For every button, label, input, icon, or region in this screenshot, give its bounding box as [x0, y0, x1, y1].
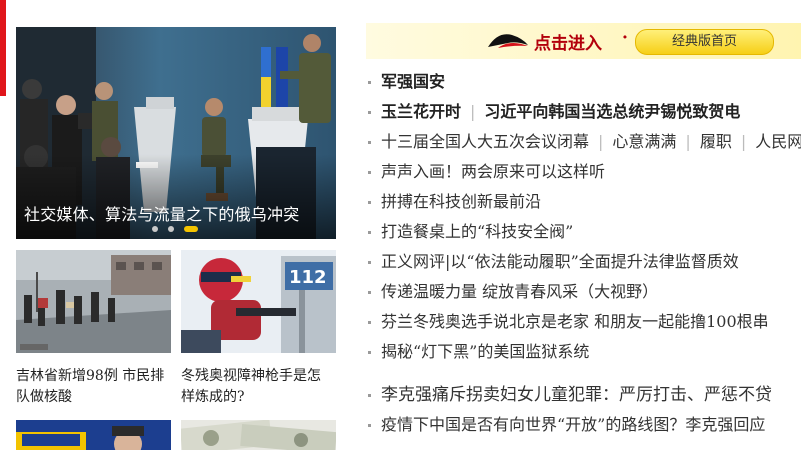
- headline-link[interactable]: 拼搏在科技创新最前沿: [381, 192, 541, 211]
- headline-item: 李克强痛斥拐卖妇女儿童犯罪：严厉打击、严惩不贷: [366, 380, 801, 410]
- headline-item: 芬兰冬残奥选手说北京是老家 和朋友一起能撸100根串: [366, 307, 801, 337]
- headline-separator: |: [685, 132, 691, 151]
- headline-separator: |: [470, 102, 476, 121]
- hero-caption[interactable]: 社交媒体、算法与流量之下的俄乌冲突: [24, 201, 299, 225]
- headline-item: 拼搏在科技创新最前沿: [366, 187, 801, 217]
- news-card-caption-jilin[interactable]: 吉林省新增98例 市民排队做核酸: [16, 366, 166, 408]
- sign-number: 112: [289, 267, 327, 288]
- shooter-photo[interactable]: 112: [181, 250, 336, 353]
- news-card-photo-jilin[interactable]: [16, 250, 171, 353]
- headline-separator: |: [598, 132, 604, 151]
- headline-item: 玉兰花开时 | 习近平向韩国当选总统尹锡悦致贺电: [366, 97, 801, 127]
- headline-item: 军强国安: [366, 67, 801, 97]
- news-card-caption-shooter[interactable]: 冬残奥视障神枪手是怎样炼成的?: [181, 366, 331, 408]
- brand-red-bar: [0, 0, 6, 96]
- jilin-photo[interactable]: [16, 250, 171, 353]
- headline-item: 打造餐桌上的“科技安全阀”: [366, 217, 801, 247]
- headline-item: 正义网评|以“依法能动履职”全面提升法律监督质效: [366, 247, 801, 277]
- headline-link[interactable]: 玉兰花开时: [381, 102, 461, 121]
- headline-link[interactable]: 正义网评|以“依法能动履职”全面提升法律监督质效: [381, 252, 739, 271]
- headline-item: 揭秘“灯下黑”的美国监狱系统: [366, 337, 801, 367]
- headline-link[interactable]: 打造餐桌上的“科技安全阀”: [381, 222, 573, 241]
- headline-separator: |: [740, 132, 747, 151]
- headline-item: 声声入画！两会原来可以这样听: [366, 157, 801, 187]
- headline-link[interactable]: 心意满满: [612, 132, 676, 151]
- classic-entry-banner[interactable]: 点击进入 · 经典版首页: [366, 23, 801, 59]
- slide-indicator: [152, 226, 198, 232]
- headline-link[interactable]: 传递温暖力量 绽放青春风采（大视野）: [381, 282, 658, 301]
- news-card-photo-election[interactable]: [16, 420, 171, 450]
- headline-link[interactable]: 军强国安: [381, 72, 445, 91]
- slide-dot-1[interactable]: [152, 226, 158, 232]
- hero-slideshow[interactable]: 社交媒体、算法与流量之下的俄乌冲突: [16, 27, 336, 239]
- people-logo-icon: [488, 34, 528, 48]
- slide-dot-3-active[interactable]: [184, 226, 198, 232]
- headline-list: 军强国安 玉兰花开时 | 习近平向韩国当选总统尹锡悦致贺电 十三届全国人大五次会议闭幕 |…: [366, 67, 801, 440]
- enter-link[interactable]: 点击进入: [534, 29, 602, 54]
- headline-item: 疫情下中国是否有向世界“开放”的路线图？李克强回应: [366, 410, 801, 440]
- headline-link[interactable]: 履职: [700, 132, 732, 151]
- news-card-photo-shooter[interactable]: 112: [181, 250, 336, 353]
- classic-homepage-button[interactable]: 经典版首页: [635, 29, 774, 55]
- headline-link[interactable]: 疫情下中国是否有向世界“开放”的路线图？李克强回应: [381, 415, 765, 434]
- slide-dot-2[interactable]: [168, 226, 174, 232]
- headline-link[interactable]: 声声入画！两会原来可以这样听: [381, 162, 605, 181]
- news-card-photo-money[interactable]: [181, 420, 336, 450]
- headline-link[interactable]: 习近平向韩国当选总统尹锡悦致贺电: [484, 102, 740, 121]
- enter-separator-dot: ·: [622, 28, 628, 48]
- headline-link[interactable]: 十三届全国人大五次会议闭幕: [381, 132, 589, 151]
- headline-link[interactable]: 人民网评: [755, 132, 801, 151]
- headline-item: 传递温暖力量 绽放青春风采（大视野）: [366, 277, 801, 307]
- headline-item: 十三届全国人大五次会议闭幕 | 心意满满 | 履职 | 人民网评: [366, 127, 801, 157]
- headline-link[interactable]: 揭秘“灯下黑”的美国监狱系统: [381, 342, 589, 361]
- headline-link[interactable]: 李克强痛斥拐卖妇女儿童犯罪：严厉打击、严惩不贷: [381, 385, 772, 405]
- headline-link[interactable]: 芬兰冬残奥选手说北京是老家 和朋友一起能撸100根串: [381, 312, 769, 331]
